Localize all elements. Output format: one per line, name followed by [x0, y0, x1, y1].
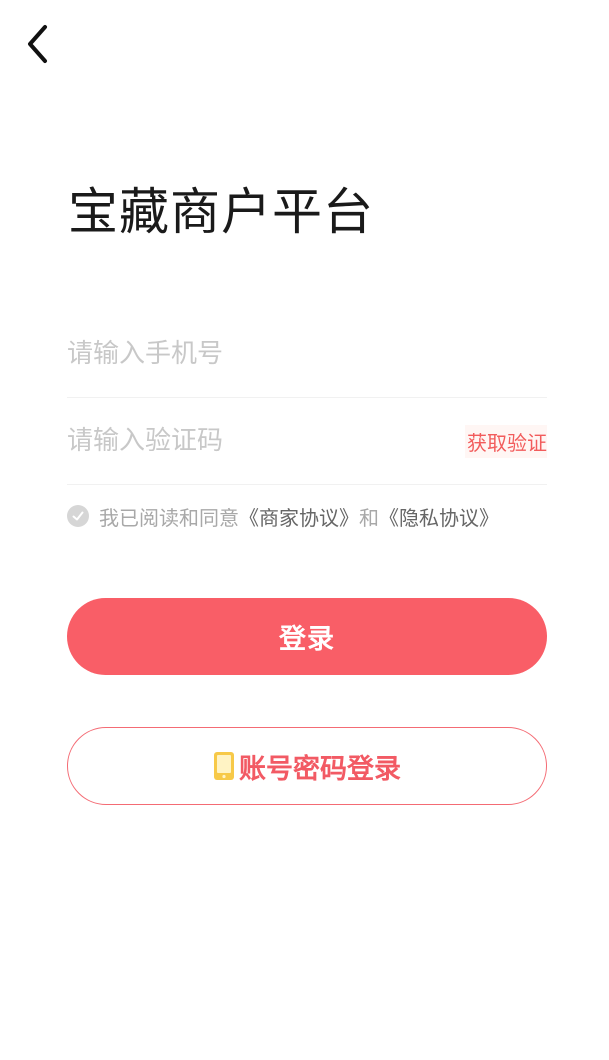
code-field: 获取验证	[67, 398, 547, 485]
phone-input[interactable]	[67, 334, 547, 374]
verification-code-input[interactable]	[67, 421, 465, 461]
page-title: 宝藏商户平台	[68, 183, 374, 241]
check-icon	[72, 511, 84, 521]
agreement-prefix: 我已阅读和同意	[99, 505, 239, 530]
phone-field	[67, 311, 547, 398]
chevron-left-icon	[28, 25, 47, 63]
password-login-label: 账号密码登录	[239, 753, 401, 785]
merchant-agreement-link[interactable]: 《商家协议》	[239, 502, 359, 531]
back-button[interactable]	[18, 22, 58, 66]
agreement-row: 我已阅读和同意 《商家协议》 和 《隐私协议》	[67, 500, 499, 532]
login-button[interactable]: 登录	[67, 598, 547, 675]
phone-icon	[213, 751, 235, 781]
agree-checkbox[interactable]	[67, 505, 89, 527]
privacy-agreement-link[interactable]: 《隐私协议》	[379, 502, 499, 531]
get-code-button[interactable]: 获取验证	[465, 424, 547, 458]
agreement-conjunction: 和	[359, 505, 379, 530]
password-login-button[interactable]: 账号密码登录	[67, 727, 547, 805]
